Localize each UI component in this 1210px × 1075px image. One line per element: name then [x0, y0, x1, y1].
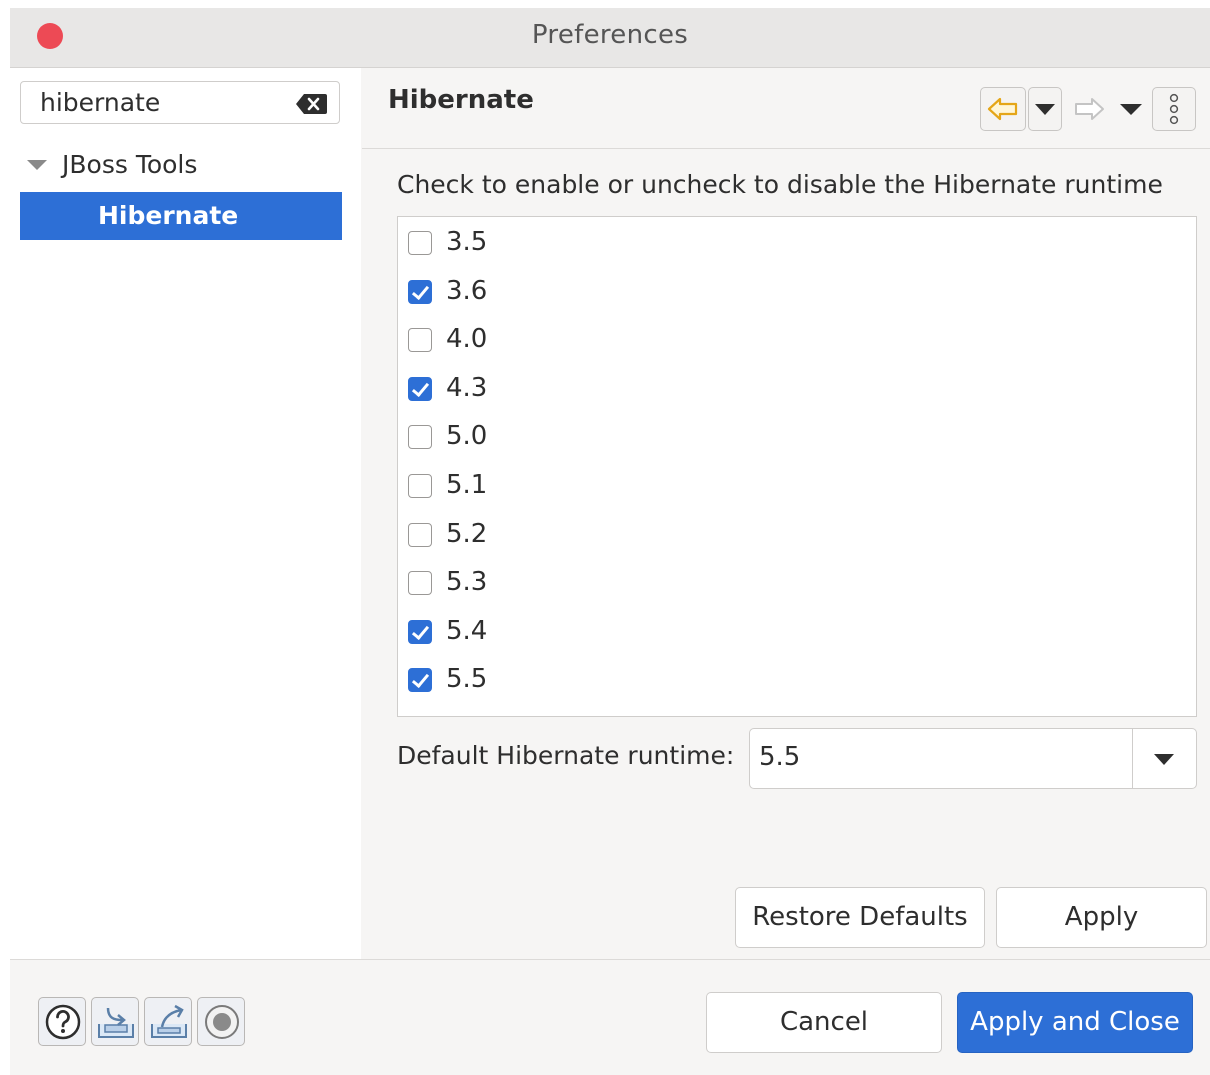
runtime-checkbox[interactable] [408, 571, 432, 596]
runtime-checkbox-row[interactable]: 5.3 [408, 561, 708, 605]
clear-search-icon[interactable] [295, 93, 327, 115]
preferences-window: Preferences JBoss Tools Hibernate Hibern… [10, 8, 1210, 1075]
import-button[interactable] [91, 997, 139, 1046]
divider [10, 959, 1210, 960]
runtime-checkbox-row[interactable]: 5.5 [408, 658, 708, 702]
runtime-checkbox-row[interactable]: 5.4 [408, 610, 708, 654]
export-icon [151, 1004, 187, 1038]
runtime-checkbox[interactable] [408, 279, 432, 304]
runtime-label: 3.5 [446, 227, 488, 257]
runtime-checkbox-row[interactable]: 5.0 [408, 415, 708, 459]
tree-item-label: Hibernate [98, 201, 239, 230]
default-runtime-select[interactable]: 5.5 [749, 728, 1197, 789]
record-icon [205, 1005, 239, 1039]
runtime-checkbox[interactable] [408, 668, 432, 693]
runtime-checkbox-list: 3.5 3.6 4.0 4.3 5.0 5.1 5.2 5.3 5.4 5.5 [397, 216, 1197, 717]
select-divider [1132, 729, 1133, 788]
expand-arrow-icon[interactable] [27, 160, 47, 170]
runtime-checkbox[interactable] [408, 376, 432, 401]
back-history-dropdown[interactable] [1028, 87, 1062, 131]
runtime-label: 5.0 [446, 421, 488, 452]
apply-and-close-button[interactable]: Apply and Close [957, 992, 1193, 1053]
forward-history-dropdown[interactable] [1118, 87, 1144, 131]
runtime-checkbox[interactable] [408, 619, 432, 644]
help-button[interactable] [38, 997, 86, 1046]
window-title: Preferences [531, 20, 689, 50]
runtime-label: 3.6 [446, 275, 488, 306]
chevron-down-icon [1120, 104, 1142, 115]
runtime-label: 4.0 [446, 324, 488, 355]
runtime-checkbox[interactable] [408, 328, 432, 353]
forward-arrow-icon [1075, 98, 1104, 120]
runtime-checkbox[interactable] [408, 231, 432, 255]
runtime-checkbox-row[interactable]: 5.1 [408, 464, 708, 508]
runtime-checkbox-row[interactable]: 5.2 [408, 513, 708, 557]
page-description: Check to enable or uncheck to disable th… [397, 170, 1163, 199]
runtime-label: 4.3 [446, 372, 488, 403]
default-runtime-label: Default Hibernate runtime: [397, 741, 735, 770]
title-bar: Preferences [10, 8, 1210, 68]
back-button[interactable] [980, 87, 1026, 131]
export-button[interactable] [144, 997, 192, 1046]
back-arrow-icon [987, 97, 1018, 121]
view-menu-button[interactable] [1152, 87, 1196, 131]
search-input[interactable] [40, 88, 290, 117]
runtime-checkbox-row[interactable]: 3.5 [408, 221, 708, 265]
chevron-down-icon [1035, 104, 1055, 115]
page-title: Hibernate [388, 85, 534, 115]
menu-dots-icon [1169, 93, 1179, 125]
search-field[interactable] [20, 81, 340, 124]
runtime-checkbox[interactable] [408, 522, 432, 547]
tree-item-jboss-tools[interactable]: JBoss Tools [27, 146, 347, 186]
restore-defaults-button[interactable]: Restore Defaults [735, 887, 985, 948]
runtime-checkbox-row[interactable]: 4.3 [408, 367, 708, 411]
runtime-label: 5.4 [446, 615, 488, 646]
left-pane: JBoss Tools Hibernate [10, 68, 361, 960]
tree-item-hibernate[interactable]: Hibernate [20, 192, 342, 240]
runtime-label: 5.2 [446, 518, 488, 549]
runtime-checkbox-row[interactable]: 3.6 [408, 270, 708, 314]
tree-item-label: JBoss Tools [62, 150, 198, 179]
runtime-label: 5.5 [446, 664, 488, 695]
record-button[interactable] [197, 997, 245, 1046]
runtime-checkbox[interactable] [408, 474, 432, 498]
apply-button[interactable]: Apply [996, 887, 1207, 948]
runtime-checkbox-row[interactable]: 4.0 [408, 318, 708, 362]
default-runtime-value: 5.5 [759, 742, 801, 772]
forward-button[interactable] [1072, 87, 1106, 131]
cancel-button[interactable]: Cancel [706, 992, 942, 1053]
import-icon [98, 1007, 134, 1038]
runtime-label: 5.1 [446, 470, 488, 500]
chevron-down-icon[interactable] [1154, 754, 1174, 765]
page-header: Hibernate [362, 68, 1210, 149]
runtime-checkbox[interactable] [408, 425, 432, 450]
help-icon [45, 1004, 81, 1040]
runtime-label: 5.3 [446, 567, 488, 598]
